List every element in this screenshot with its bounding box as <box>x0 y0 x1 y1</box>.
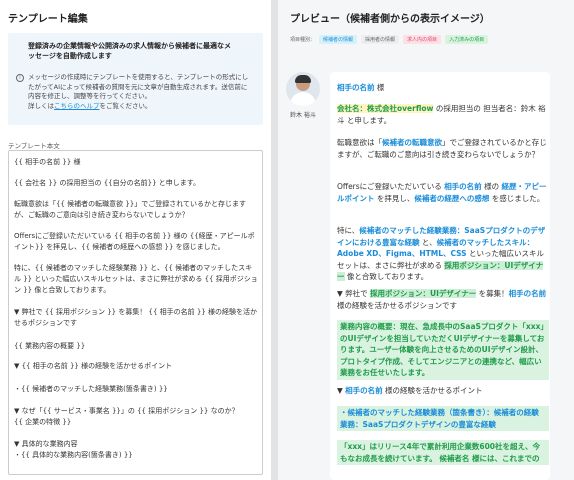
panel-divider[interactable] <box>271 0 278 480</box>
msg-recruit-heading: ▼ 弊社で 採用ポジション：UIデザイナー を募集！相手の名前 様の経験を活かせ… <box>337 288 549 311</box>
editor-line: Offersにご登録いただいている {{ 相手の名前 }} 様の {{経歴・アピ… <box>14 232 255 251</box>
candidate-name-field: 相手の名前 <box>345 386 383 395</box>
info-more-suffix: をご覧ください。 <box>99 101 152 110</box>
message-bubble: 相手の名前 様 会社名：株式会社overflow の採用担当の 担当者名：鈴木 … <box>330 72 550 480</box>
editor-line: ・{{ 候補者のマッチした経験業務(箇条書き) }} <box>14 385 168 393</box>
legend-filled-item: 入力済みの項目 <box>445 35 489 44</box>
editor-line: {{ 相手の名前 }} 様 <box>14 158 81 166</box>
position-field: 採用ポジション：UIデザイナー <box>370 289 477 298</box>
matched-experience-list-field: ・候補者のマッチした経験業務（箇条書き）：候補者の経験業務：SaaSプロダクトデ… <box>337 406 549 431</box>
candidate-name-field: 相手の名前 <box>444 182 482 191</box>
candidate-name-field: 相手の名前 <box>508 289 547 298</box>
msg-text: 転職意欲は「 <box>337 138 382 147</box>
msg-career: Offersにご登録いただいている 相手の名前 様の 経歴・アピールポイント を… <box>337 181 549 204</box>
editor-title: テンプレート編集 <box>8 14 88 25</box>
job-summary-field: 業務内容の概要：現在、急成長中のSaaSプロダクト「xxx」のUIデザインを担当… <box>337 320 549 380</box>
legend-label: 項目種別： <box>290 37 316 43</box>
msg-text: 特に、 <box>337 226 360 235</box>
msg-text: 像と合致しております。 <box>344 272 429 281</box>
msg-text: を拝見し、 <box>374 193 415 203</box>
field-type-legend: 項目種別： 候補者の情報 採用者の情報 求人内の項目 入力済みの項目 <box>290 35 489 44</box>
legend-job-item: 求人内の項目 <box>403 35 442 44</box>
msg-company-feature: 「xxx」はリリース4年で累計利用企業数600社を超え、今もなお成長を続けていま… <box>337 440 549 465</box>
msg-text: を感じました。 <box>489 193 545 203</box>
template-body-label: テンプレート本文 <box>8 142 60 150</box>
editor-line: {{ 企業の特徴 }} <box>14 418 72 426</box>
legend-candidate-info: 候補者の情報 <box>319 35 358 44</box>
msg-greeting: 相手の名前 様 <box>337 82 549 94</box>
impression-field: 候補者の経歴への感想 <box>414 193 490 203</box>
template-editor-panel: テンプレート編集 登録済みの企業情報や公開済みの求人情報から候補者に最適なメッセ… <box>0 0 271 480</box>
preview-panel: プレビュー（候補者側からの表示イメージ） 項目種別： 候補者の情報 採用者の情報… <box>278 0 574 480</box>
msg-text: Offersにご登録いただいている <box>337 182 445 191</box>
msg-intro: 会社名：株式会社overflow の採用担当の 担当者名：鈴木 裕斗 と申します… <box>337 103 549 126</box>
info-icon: i <box>16 74 24 82</box>
editor-line: {{ 会社名 }} の採用担当の {{自分の名前}} と申します。 <box>14 179 201 187</box>
msg-text: 様 <box>374 83 385 92</box>
editor-line: ▼ なぜ「{{ サービス・事業名 }}」の {{ 採用ポジション }} なのか？ <box>14 407 239 415</box>
author-name: 鈴木 裕斗 <box>290 112 316 119</box>
info-bold-text: 登録済みの企業情報や公開済みの求人情報から候補者に最適なメッセージを自動作成しま… <box>28 42 231 60</box>
editor-line: ▼ {{ 相手の名前 }} 様の経験を活かせるポイント <box>14 362 173 370</box>
msg-text: 様の <box>481 182 502 191</box>
editor-line: ・{{ 具体的な業務内容(箇条書き) }} <box>14 451 133 459</box>
company-name-field: 会社名：株式会社overflow <box>337 104 434 113</box>
info-more-prefix: 詳しくは <box>28 101 54 110</box>
msg-points-heading: ▼ 相手の名前 様の経験を活かせるポイント <box>337 385 549 397</box>
preview-title: プレビュー（候補者側からの表示イメージ） <box>290 14 490 25</box>
help-link[interactable]: こちらのヘルプ <box>54 102 100 110</box>
msg-text: と、 <box>419 237 437 247</box>
editor-line: ▼ 弊社で {{ 採用ポジション }} を募集！ {{ 相手の名前 }} 様の経… <box>14 308 258 327</box>
msg-skills: 特に、候補者のマッチした経験業務：SaaSプロダクトのデザインにおける豊富な経験… <box>337 225 549 283</box>
template-body-textarea[interactable]: {{ 相手の名前 }} 様 {{ 会社名 }} の採用担当の {{自分の名前}}… <box>8 150 263 475</box>
msg-text: 様の経験を活かせるポイント <box>382 386 483 395</box>
editor-line: {{ 業務内容の概要 }} <box>14 342 86 350</box>
info-box: 登録済みの企業情報や公開済みの求人情報から候補者に最適なメッセージを自動作成しま… <box>8 33 263 125</box>
msg-intent: 転職意欲は「候補者の転職意欲」でご登録されているかと存じますが、ご転職のご意向は… <box>337 137 549 160</box>
msg-text: ▼ <box>337 386 346 395</box>
candidate-intent-field: 候補者の転職意欲 <box>382 138 442 147</box>
legend-recruiter-info: 採用者の情報 <box>361 35 400 44</box>
avatar-hair <box>295 75 311 83</box>
msg-text: ▼ 弊社で <box>337 289 371 298</box>
info-desc-text: メッセージの作成時にテンプレートを使用すると、テンプレートの形式にしたがってAI… <box>28 73 249 100</box>
avatar <box>286 72 320 106</box>
msg-text: 様の経験を活かせるポジションです <box>337 300 457 310</box>
avatar-body <box>290 92 316 106</box>
msg-job-summary: 業務内容の概要：現在、急成長中のSaaSプロダクト「xxx」のUIデザインを担当… <box>337 320 549 380</box>
editor-line: ▼ 具体的な業務内容 <box>14 440 78 448</box>
company-feature-field: 「xxx」はリリース4年で累計利用企業数600社を超え、今もなお成長を続けていま… <box>337 440 549 465</box>
editor-line: 転職意欲は「{{ 候補者の転職意欲 }}」でご登録されているかと存じますが、ご転… <box>14 200 247 219</box>
candidate-name-field: 相手の名前 <box>337 83 375 92</box>
msg-text: を募集！ <box>476 289 509 298</box>
msg-points-list: ・候補者のマッチした経験業務（箇条書き）：候補者の経験業務：SaaSプロダクトデ… <box>337 406 549 431</box>
info-description: メッセージの作成時にテンプレートを使用すると、テンプレートの形式にしたがってAI… <box>28 73 253 111</box>
editor-line: 特に、{{ 候補者のマッチした経験業務 }} と、{{ 候補者のマッチしたスキル… <box>14 264 258 294</box>
